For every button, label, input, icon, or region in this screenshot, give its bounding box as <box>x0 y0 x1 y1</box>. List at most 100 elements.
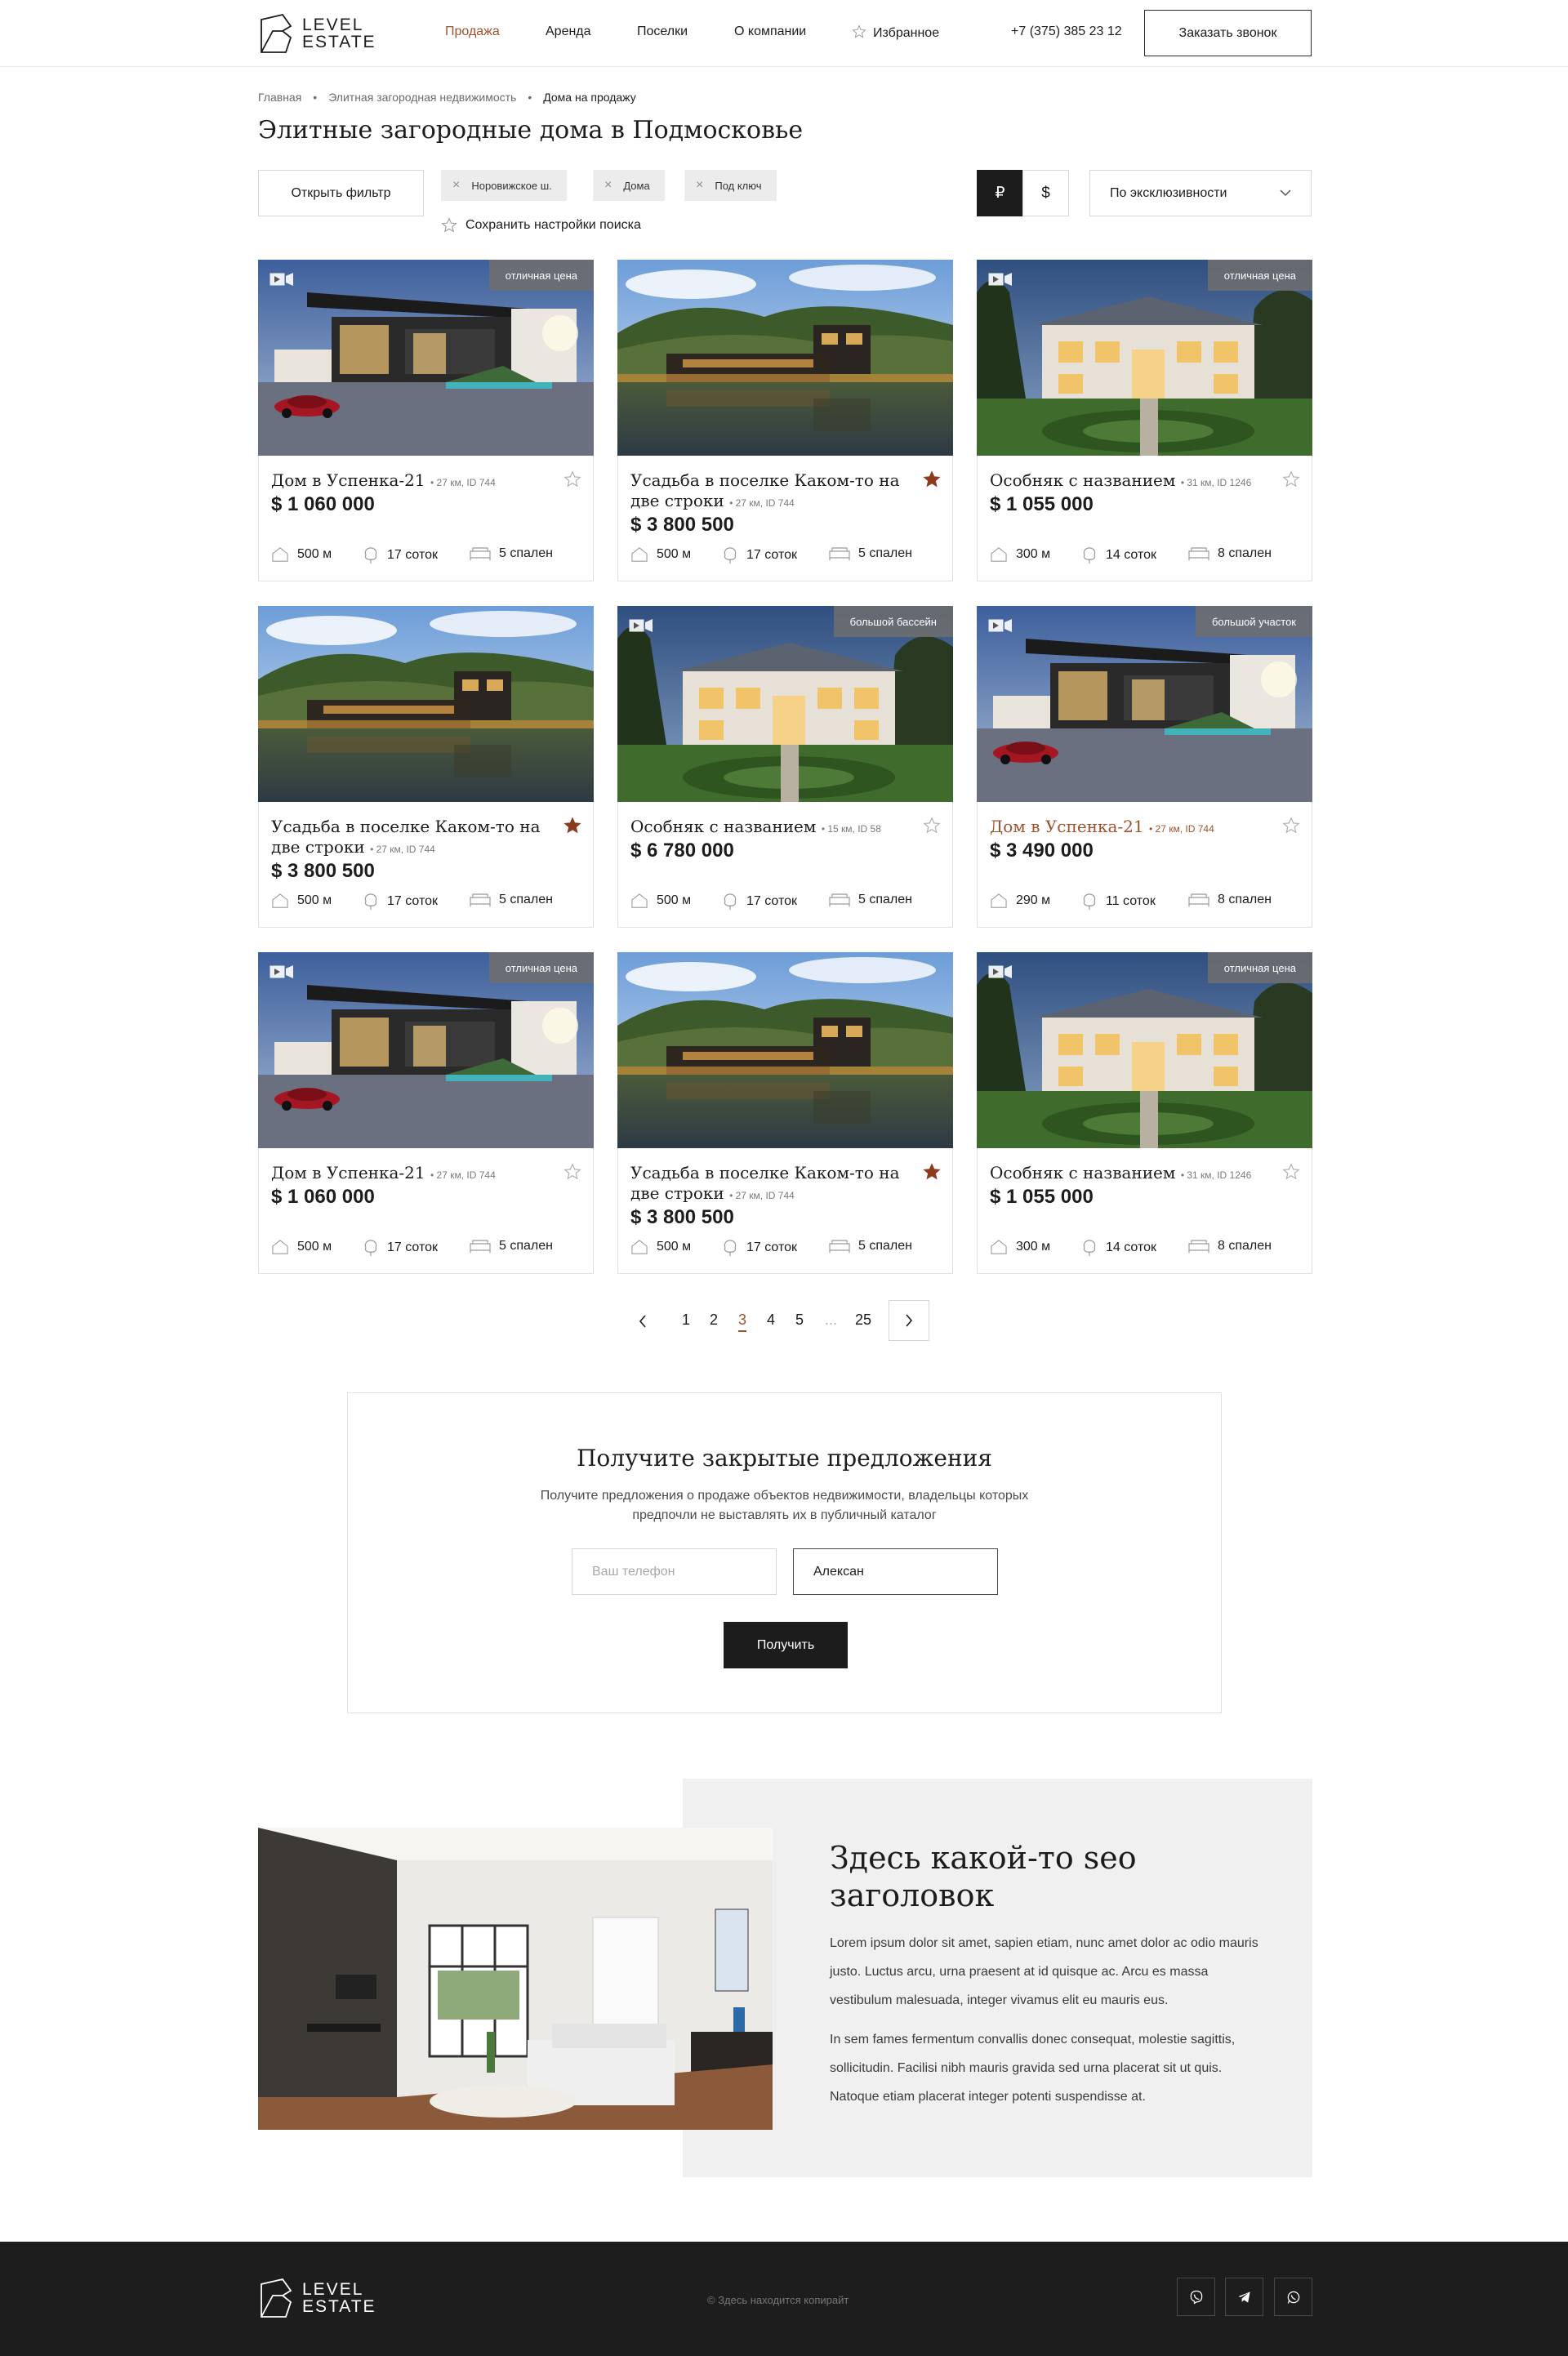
page-link[interactable]: 5 <box>795 1312 804 1329</box>
site-header: LEVEL ESTATE Продажа Аренда Поселки О ко… <box>0 0 1568 67</box>
filter-chip[interactable]: × Норовижское ш. <box>441 170 567 201</box>
close-icon[interactable]: × <box>696 178 703 193</box>
tree-icon <box>724 1240 737 1256</box>
listing-title[interactable]: Усадьба в поселке Каком-то на две строки… <box>630 1163 908 1206</box>
logo[interactable]: LEVEL ESTATE <box>258 13 376 54</box>
favorite-star-icon[interactable] <box>1282 1163 1300 1181</box>
chevron-left-icon[interactable] <box>639 1315 647 1328</box>
listing-title[interactable]: Усадьба в поселке Каком-то на две строки… <box>630 470 908 514</box>
close-icon[interactable]: × <box>452 178 460 193</box>
listing-photo[interactable] <box>617 952 953 1148</box>
listing-card[interactable]: отличная цена Особняк с названием • 31 км… <box>977 260 1312 581</box>
favorite-star-icon[interactable] <box>1282 817 1300 835</box>
open-filter-button[interactable]: Открыть фильтр <box>258 170 424 216</box>
favorite-star-icon[interactable] <box>564 817 581 835</box>
listing-title[interactable]: Особняк с названием • 31 км, ID 1246 <box>990 1163 1267 1186</box>
land-value: 17 соток <box>746 1240 798 1254</box>
page-link[interactable]: 2 <box>710 1312 718 1329</box>
land-stat: 17 соток <box>722 546 797 564</box>
save-search-label: Сохранить настройки поиска <box>466 218 641 232</box>
logo-mark-icon <box>261 13 292 53</box>
listing-title[interactable]: Особняк с названием • 31 км, ID 1246 <box>990 470 1267 493</box>
listing-title-text: Дом в Успенка-21 <box>990 817 1144 836</box>
seo-title: Здесь какой-то seo заголовок <box>830 1840 1137 1913</box>
favorite-star-icon[interactable] <box>923 817 941 835</box>
beds-value: 5 спален <box>858 893 912 906</box>
listing-title[interactable]: Усадьба в поселке Каком-то на две строки… <box>271 817 549 860</box>
listing-photo[interactable] <box>258 606 594 802</box>
listing-card[interactable]: отличная цена Особняк с названием • 31 км… <box>977 952 1312 1274</box>
get-offers-button[interactable]: Получить <box>724 1622 848 1668</box>
logo-line2: ESTATE <box>302 33 376 51</box>
phone-link[interactable]: +7 (375) 385 23 12 <box>1011 24 1122 39</box>
listing-photo[interactable]: отличная цена <box>258 952 594 1148</box>
listing-photo[interactable]: большой участок <box>977 606 1312 802</box>
listing-photo[interactable] <box>617 260 953 456</box>
nav-villages[interactable]: Поселки <box>637 24 688 39</box>
listing-meta-text: 27 км, ID 744 <box>1155 823 1214 835</box>
currency-rub-button[interactable]: ₽ <box>977 170 1023 216</box>
listing-card[interactable]: отличная цена Дом в Успенка-21 • 27 км, I… <box>258 952 594 1274</box>
land-stat: 17 соток <box>722 893 797 911</box>
page-link-current[interactable]: 3 <box>738 1312 747 1332</box>
land-value: 17 соток <box>387 1240 439 1254</box>
listing-card[interactable]: Усадьба в поселке Каком-то на две строки… <box>617 260 953 581</box>
beds-stat: 5 спален <box>829 893 912 907</box>
nav-about[interactable]: О компании <box>734 24 806 39</box>
listing-card[interactable]: Усадьба в поселке Каком-то на две строки… <box>617 952 953 1274</box>
listing-meta-text: 31 км, ID 1246 <box>1187 477 1252 488</box>
filter-chip[interactable]: × Дома <box>593 170 665 201</box>
filter-chip[interactable]: × Под ключ <box>684 170 777 201</box>
listing-meta: • 27 км, ID 744 <box>729 1190 795 1201</box>
call-request-button[interactable]: Заказать звонок <box>1144 10 1312 56</box>
nav-sale[interactable]: Продажа <box>445 24 500 39</box>
favorite-star-icon[interactable] <box>564 470 581 488</box>
bed-icon <box>829 893 850 906</box>
page-link[interactable]: 1 <box>682 1312 690 1329</box>
page-link[interactable]: 25 <box>855 1312 871 1329</box>
listing-title[interactable]: Особняк с названием • 15 км, ID 58 <box>630 817 908 840</box>
listing-badge: отличная цена <box>488 260 594 291</box>
listing-title[interactable]: Дом в Успенка-21 • 27 км, ID 744 <box>271 470 549 493</box>
listing-photo[interactable]: отличная цена <box>977 952 1312 1148</box>
footer-logo[interactable]: LEVEL ESTATE <box>258 2278 376 2318</box>
name-input[interactable]: Алексан <box>793 1548 998 1595</box>
favorite-star-icon[interactable] <box>1282 470 1300 488</box>
currency-usd-button[interactable]: $ <box>1022 170 1069 216</box>
beds-stat: 5 спален <box>470 893 553 907</box>
listing-meta: • 15 км, ID 58 <box>821 823 881 835</box>
land-value: 11 соток <box>1106 894 1156 908</box>
breadcrumb-home[interactable]: Главная <box>258 91 301 104</box>
favorite-star-icon[interactable] <box>564 1163 581 1181</box>
listing-card[interactable]: отличная цена Дом в Успенка-21 • 27 км, I… <box>258 260 594 581</box>
favorite-star-icon[interactable] <box>923 470 941 488</box>
page-link[interactable]: 4 <box>767 1312 775 1329</box>
house-icon <box>272 1240 288 1254</box>
next-page-button[interactable] <box>889 1300 929 1341</box>
close-icon[interactable]: × <box>604 178 612 193</box>
area-value: 300 м <box>1016 1240 1051 1254</box>
nav-rent[interactable]: Аренда <box>546 24 591 39</box>
favorite-star-icon[interactable] <box>923 1163 941 1181</box>
listing-card[interactable]: Усадьба в поселке Каком-то на две строки… <box>258 606 594 928</box>
listing-price: $ 1 060 000 <box>271 493 375 515</box>
listing-photo[interactable]: отличная цена <box>258 260 594 456</box>
listing-card[interactable]: большой бассейн Особняк с названием • 15 … <box>617 606 953 928</box>
nav-favorites[interactable]: Избранное <box>852 24 939 41</box>
bed-icon <box>470 547 491 560</box>
viber-icon[interactable] <box>1177 2278 1215 2316</box>
telegram-icon[interactable] <box>1225 2278 1263 2316</box>
listing-photo[interactable]: большой бассейн <box>617 606 953 802</box>
sort-select[interactable]: По эксклюзивности <box>1089 170 1312 216</box>
logo-line1: LEVEL <box>302 16 364 34</box>
whatsapp-icon[interactable] <box>1274 2278 1312 2316</box>
listing-price: $ 3 800 500 <box>630 514 734 536</box>
listing-card[interactable]: большой участок Дом в Успенка-21 • 27 км,… <box>977 606 1312 928</box>
breadcrumb-elite[interactable]: Элитная загородная недвижимость <box>328 91 516 104</box>
listing-title[interactable]: Дом в Успенка-21 • 27 км, ID 744 <box>990 817 1267 840</box>
interior-photo <box>258 1828 773 2130</box>
listing-photo[interactable]: отличная цена <box>977 260 1312 456</box>
save-search-link[interactable]: Сохранить настройки поиска <box>441 217 641 234</box>
listing-title[interactable]: Дом в Успенка-21 • 27 км, ID 744 <box>271 1163 549 1186</box>
phone-input[interactable]: Ваш телефон <box>572 1548 777 1595</box>
